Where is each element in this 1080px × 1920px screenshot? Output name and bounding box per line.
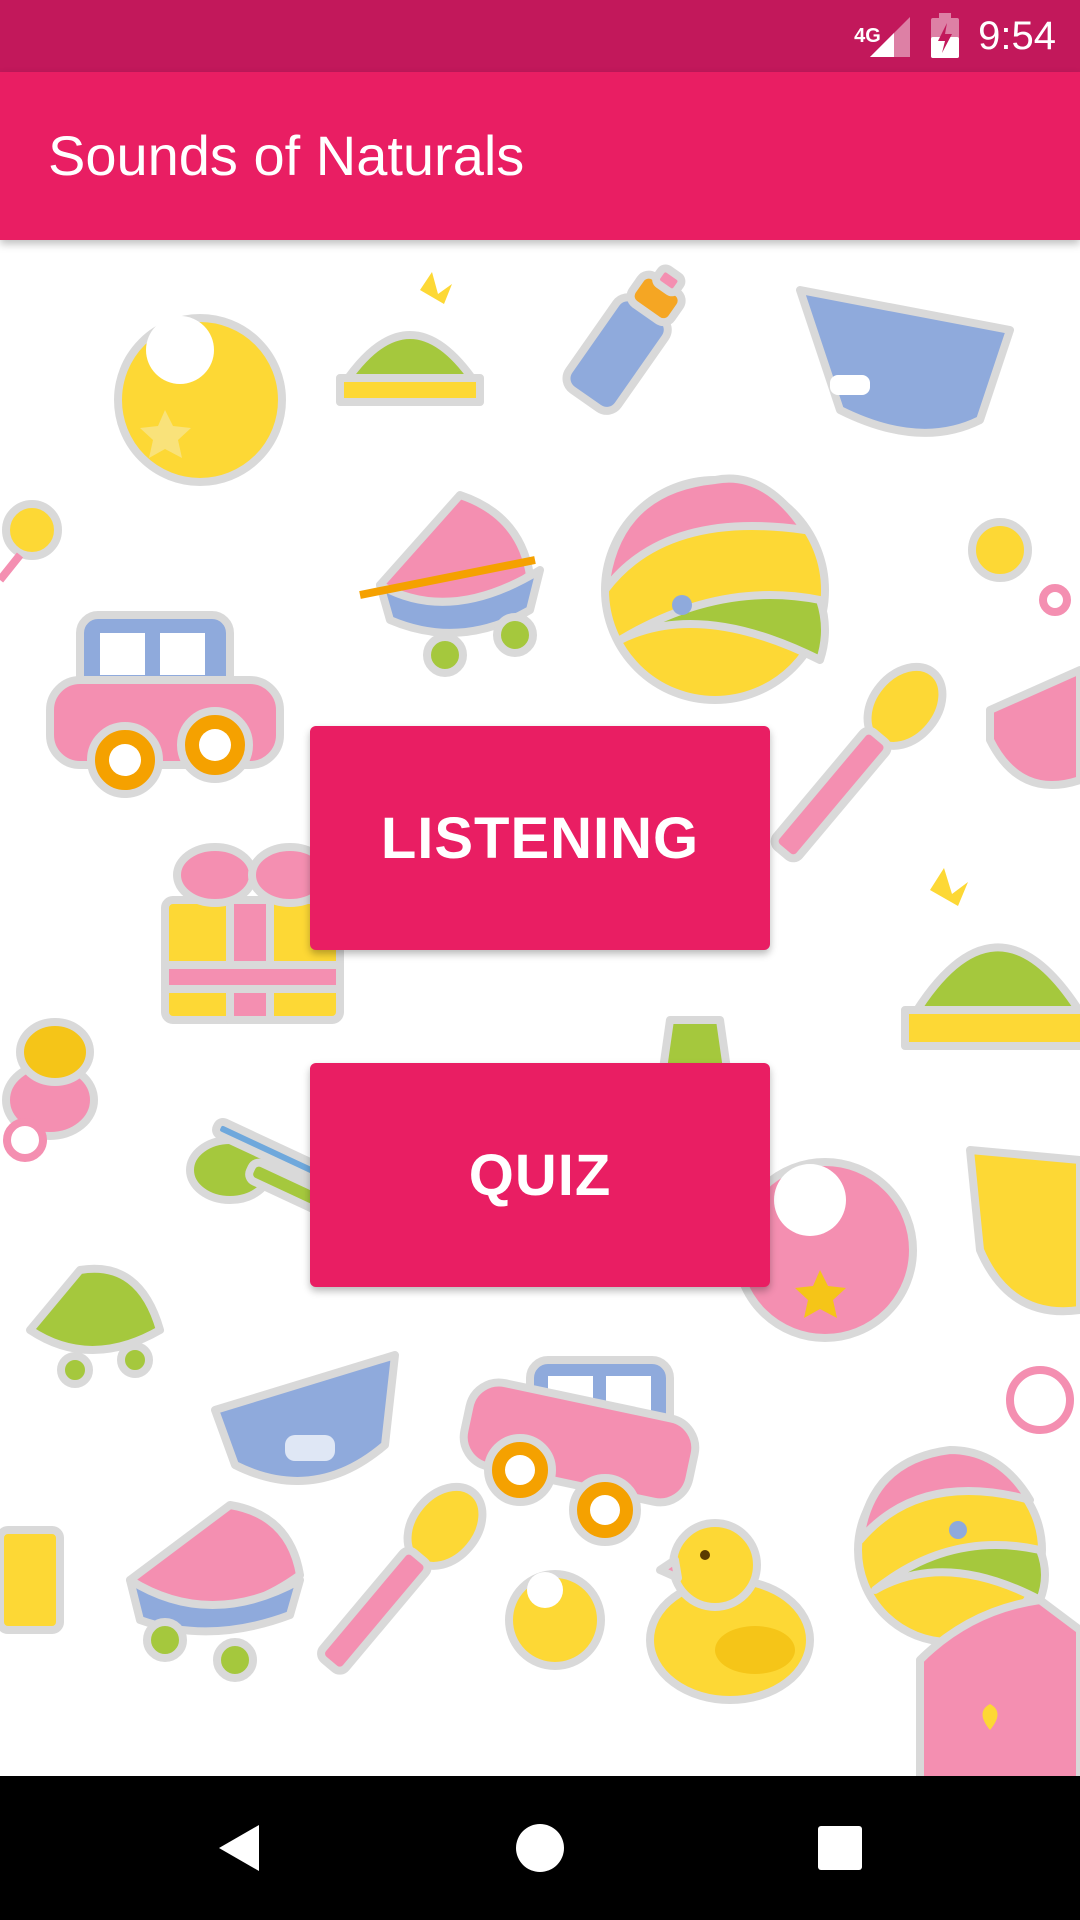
duck-illustration — [646, 1519, 814, 1704]
ball-illustration — [601, 474, 829, 704]
rattle-illustration — [1006, 1366, 1074, 1434]
spoon-illustration — [770, 662, 947, 863]
bottle-illustration — [562, 264, 686, 415]
home-button[interactable] — [504, 1812, 576, 1884]
spoon-illustration — [317, 1482, 487, 1675]
listening-button[interactable]: LISTENING — [310, 726, 770, 950]
stroller-illustration — [359, 491, 544, 677]
rattle-illustration — [968, 518, 1071, 616]
hat-illustration — [901, 868, 1080, 1050]
stroller-illustration — [986, 666, 1080, 789]
block-illustration — [0, 1526, 64, 1634]
home-icon — [516, 1824, 564, 1872]
hat-illustration — [336, 272, 484, 406]
network-type-label: 4G — [854, 25, 881, 47]
bib-illustration — [114, 314, 286, 486]
battery-charging-icon — [931, 13, 960, 58]
recents-icon — [818, 1826, 862, 1870]
pacifier-illustration — [2, 1018, 98, 1162]
stroller-illustration — [26, 1264, 164, 1388]
screen: 4G 9:54 Sounds of Naturals LISTENING QUI… — [0, 0, 1080, 1920]
bib-illustration — [505, 1570, 605, 1670]
diaper-illustration — [796, 286, 1014, 437]
main-content: LISTENING QUIZ — [0, 240, 1080, 1776]
navigation-bar — [0, 1776, 1080, 1920]
quiz-button[interactable]: QUIZ — [310, 1063, 770, 1287]
diaper-illustration — [211, 1351, 399, 1485]
status-bar: 4G 9:54 — [0, 0, 1080, 72]
back-button[interactable] — [204, 1812, 276, 1884]
toy-car-illustration — [459, 1356, 700, 1546]
recents-button[interactable] — [804, 1812, 876, 1884]
rattle-illustration — [0, 500, 62, 583]
back-icon — [219, 1825, 259, 1871]
signal-indicator: 4G — [854, 13, 912, 59]
toy-car-illustration — [46, 611, 284, 798]
baby-items-pattern-background — [0, 264, 1080, 1776]
app-bar: Sounds of Naturals — [0, 72, 1080, 240]
status-icons: 4G 9:54 — [854, 0, 1056, 72]
app-title: Sounds of Naturals — [48, 124, 525, 187]
diaper-illustration — [966, 1146, 1080, 1316]
stroller-illustration — [126, 1501, 304, 1682]
clock: 9:54 — [978, 14, 1056, 58]
